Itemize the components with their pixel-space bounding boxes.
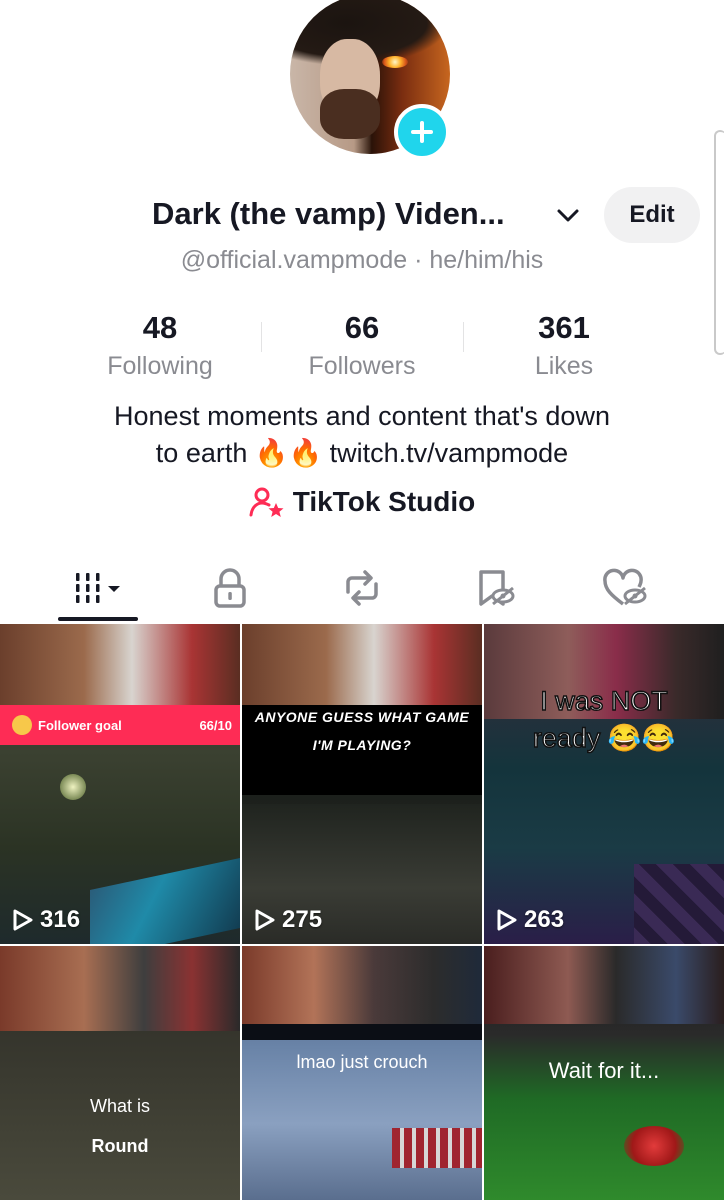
- follower-goal-banner: Follower goal 66/10: [0, 705, 240, 745]
- goal-count: 66/10: [199, 717, 232, 733]
- bio-line-link[interactable]: to earth 🔥🔥 twitch.tv/vampmode: [0, 435, 724, 472]
- video-caption: Round: [91, 1136, 149, 1156]
- studio-label: TikTok Studio: [292, 486, 476, 517]
- repost-icon: [346, 570, 378, 606]
- plus-icon: [411, 121, 433, 143]
- video-thumbnail[interactable]: Follower goal 66/10 316: [0, 624, 240, 944]
- tab-private[interactable]: [180, 556, 280, 620]
- video-thumbnail[interactable]: I was NOT ready 😂😂 263: [484, 624, 724, 944]
- view-count-value: 316: [40, 906, 81, 933]
- grid-icon: [76, 573, 120, 603]
- video-caption: What is: [89, 1096, 150, 1116]
- heart-icon: [603, 568, 647, 606]
- goal-label: Follower goal: [38, 717, 122, 733]
- username-pronouns: @official.vampmode · he/him/his: [180, 246, 544, 274]
- bookmark-icon: [479, 570, 515, 606]
- stat-likes-value: 361: [538, 310, 590, 345]
- video-thumbnail[interactable]: What is Round: [0, 946, 240, 1200]
- video-thumbnail[interactable]: lmao just crouch: [242, 946, 482, 1200]
- active-tab-indicator: [58, 617, 138, 621]
- view-count: 263: [496, 906, 564, 934]
- video-thumbnail[interactable]: Wait for it...: [484, 946, 724, 1200]
- goal-medal-icon: [12, 715, 32, 735]
- play-icon: [13, 909, 33, 931]
- add-avatar-button[interactable]: [394, 104, 450, 160]
- profile-tabs: [0, 556, 724, 624]
- side-scroll-handle[interactable]: [714, 130, 724, 355]
- play-icon: [497, 909, 517, 931]
- stat-likes-label: Likes: [534, 352, 594, 380]
- display-name: Dark (the vamp) Viden...: [152, 196, 505, 231]
- tiktok-studio-link[interactable]: TikTok Studio: [0, 486, 724, 518]
- edit-profile-button[interactable]: Edit: [604, 187, 700, 243]
- video-caption: I was NOT: [539, 685, 668, 717]
- profile-bio: Honest moments and content that's down t…: [0, 398, 724, 472]
- stat-followers-label: Followers: [308, 352, 416, 380]
- video-caption: ready 😂😂: [532, 722, 676, 754]
- play-icon: [255, 909, 275, 931]
- lock-icon: [214, 568, 246, 608]
- video-thumbnail[interactable]: ANYONE GUESS WHAT GAME I'M PLAYING? 275: [242, 624, 482, 944]
- view-count-value: 275: [282, 906, 323, 933]
- tab-saved[interactable]: [445, 556, 545, 620]
- bio-line: Honest moments and content that's down: [114, 401, 610, 431]
- view-count: 316: [12, 906, 80, 934]
- chevron-down-icon[interactable]: [556, 206, 580, 226]
- studio-person-star-icon: [249, 487, 284, 517]
- stat-following-value: 48: [142, 310, 178, 345]
- video-caption: ANYONE GUESS WHAT GAME: [254, 709, 470, 725]
- caption-box: ANYONE GUESS WHAT GAME I'M PLAYING?: [242, 705, 482, 795]
- video-caption: lmao just crouch: [296, 1052, 428, 1072]
- stat-followers[interactable]: 66 Followers: [262, 310, 462, 381]
- video-caption: I'M PLAYING?: [312, 737, 412, 753]
- view-count-value: 263: [524, 906, 565, 933]
- stat-followers-value: 66: [344, 310, 380, 345]
- view-count: 275: [254, 906, 322, 934]
- stat-following-label: Following: [107, 352, 213, 380]
- stat-following[interactable]: 48 Following: [60, 310, 260, 381]
- stat-likes[interactable]: 361 Likes: [464, 310, 664, 381]
- tab-videos[interactable]: [50, 556, 150, 620]
- video-caption: Wait for it...: [548, 1058, 660, 1083]
- tab-reposts[interactable]: [312, 556, 412, 620]
- tab-liked[interactable]: [575, 556, 675, 620]
